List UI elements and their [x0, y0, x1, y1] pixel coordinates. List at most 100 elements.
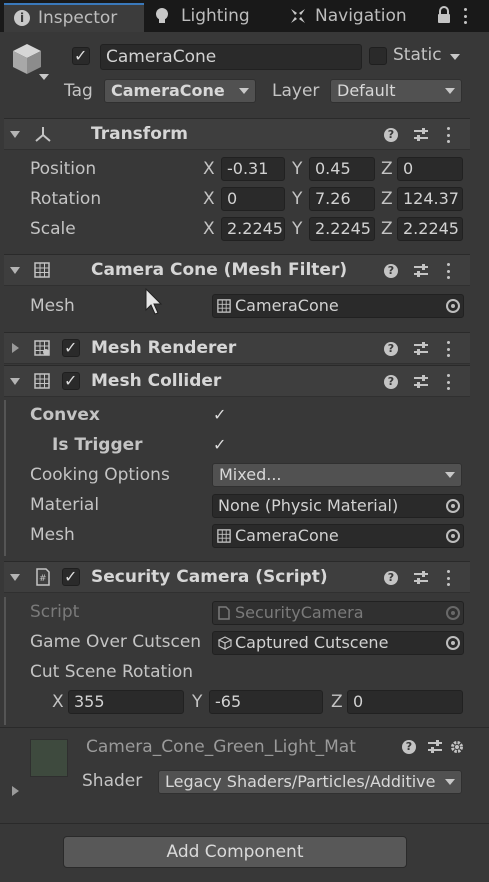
- scale-z-label[interactable]: Z: [381, 219, 393, 239]
- help-icon[interactable]: ?: [402, 740, 416, 754]
- preset-icon[interactable]: [428, 740, 442, 754]
- scale-y-input[interactable]: 2.2245: [309, 217, 375, 241]
- tab-navigation[interactable]: Navigation: [284, 3, 424, 32]
- cutscene-field[interactable]: Captured Cutscene: [212, 631, 464, 655]
- help-icon[interactable]: ?: [384, 128, 398, 142]
- material-foldout-icon[interactable]: [12, 786, 19, 796]
- mesh-filter-icon: [34, 262, 50, 278]
- mesh-filter-mesh-field[interactable]: CameraCone: [212, 294, 464, 318]
- position-x-input[interactable]: -0.31: [221, 157, 285, 181]
- component-menu-icon[interactable]: [446, 570, 450, 586]
- rotation-x-label[interactable]: X: [203, 189, 215, 209]
- layer-value: Default: [337, 81, 396, 100]
- material-field[interactable]: None (Physic Material): [212, 494, 464, 518]
- gear-icon[interactable]: [450, 740, 464, 754]
- lock-icon[interactable]: [437, 6, 451, 24]
- rotation-label: Rotation: [30, 189, 102, 209]
- object-picker-icon[interactable]: [446, 636, 460, 650]
- object-active-checkmark-icon: ✓: [74, 46, 88, 65]
- preset-icon[interactable]: [414, 264, 428, 278]
- help-icon[interactable]: ?: [384, 342, 398, 356]
- checkmark-icon: ✓: [64, 567, 78, 586]
- object-name-input[interactable]: CameraCone: [100, 44, 362, 70]
- rotation-z-label[interactable]: Z: [381, 189, 393, 209]
- foldout-open-icon[interactable]: [10, 378, 20, 385]
- foldout-open-icon[interactable]: [10, 131, 20, 138]
- tab-inspector[interactable]: i Inspector: [4, 3, 144, 32]
- tab-lighting[interactable]: Lighting: [148, 3, 278, 32]
- mesh-collider-title: Mesh Collider: [91, 371, 222, 391]
- inspector-tab-bar: i Inspector Lighting Navigation: [0, 0, 489, 32]
- component-menu-icon[interactable]: [446, 341, 450, 357]
- collider-mesh-field[interactable]: CameraCone: [212, 524, 464, 548]
- mesh-filter-mesh-label: Mesh: [30, 296, 75, 316]
- scale-x-input[interactable]: 2.2245: [221, 217, 285, 241]
- rotation-y-input[interactable]: 7.26: [309, 187, 375, 211]
- security-camera-title: Security Camera (Script): [91, 567, 328, 587]
- position-x-label[interactable]: X: [203, 159, 215, 179]
- is-trigger-checkbox[interactable]: ✓: [213, 437, 226, 453]
- scale-y-label[interactable]: Y: [292, 219, 302, 239]
- tab-menu-icon[interactable]: [463, 8, 467, 24]
- position-y-input[interactable]: 0.45: [309, 157, 375, 181]
- cut-rotation-x-label[interactable]: X: [52, 692, 64, 712]
- preset-icon[interactable]: [414, 571, 428, 585]
- is-trigger-label: Is Trigger: [52, 435, 143, 455]
- mesh-filter-header[interactable]: Camera Cone (Mesh Filter) ?: [4, 254, 470, 286]
- cut-rotation-x-input[interactable]: 355: [68, 690, 184, 714]
- add-component-button[interactable]: Add Component: [63, 836, 407, 868]
- tab-navigation-label: Navigation: [315, 6, 407, 26]
- script-icon: #: [36, 568, 50, 586]
- rotation-y-label[interactable]: Y: [292, 189, 302, 209]
- foldout-open-icon[interactable]: [10, 574, 20, 581]
- object-picker-icon[interactable]: [446, 529, 460, 543]
- security-camera-header[interactable]: # ✓ Security Camera (Script) ?: [4, 561, 470, 593]
- preset-icon[interactable]: [414, 342, 428, 356]
- cooking-options-dropdown[interactable]: Mixed...: [212, 463, 462, 487]
- scale-z-input[interactable]: 2.2245: [397, 217, 463, 241]
- rotation-z-input[interactable]: 124.37: [397, 187, 463, 211]
- layer-label: Layer: [272, 81, 320, 101]
- layer-dropdown[interactable]: Default: [330, 79, 462, 103]
- help-icon[interactable]: ?: [384, 264, 398, 278]
- material-name: Camera_Cone_Green_Light_Mat: [86, 737, 356, 757]
- mesh-filter-title: Camera Cone (Mesh Filter): [91, 260, 348, 280]
- object-picker-icon[interactable]: [446, 499, 460, 513]
- static-label[interactable]: Static: [393, 45, 442, 65]
- foldout-open-icon[interactable]: [10, 267, 20, 274]
- tag-value: CameraCone: [111, 81, 225, 100]
- position-z-input[interactable]: 0: [397, 157, 463, 181]
- help-icon[interactable]: ?: [384, 571, 398, 585]
- position-z-label[interactable]: Z: [381, 159, 393, 179]
- rotation-x-input[interactable]: 0: [221, 187, 285, 211]
- static-dropdown-arrow[interactable]: [450, 54, 460, 60]
- preset-icon[interactable]: [414, 128, 428, 142]
- preset-icon[interactable]: [414, 375, 428, 389]
- help-icon[interactable]: ?: [384, 375, 398, 389]
- mesh-collider-header[interactable]: ✓ Mesh Collider ?: [4, 365, 470, 397]
- tag-dropdown[interactable]: CameraCone: [104, 79, 256, 103]
- transform-header[interactable]: Transform ?: [4, 118, 470, 150]
- static-checkbox[interactable]: [369, 47, 387, 65]
- convex-checkbox[interactable]: ✓: [213, 407, 226, 423]
- component-menu-icon[interactable]: [446, 374, 450, 390]
- mesh-renderer-header[interactable]: ✓ Mesh Renderer ?: [4, 332, 470, 364]
- component-menu-icon[interactable]: [446, 263, 450, 279]
- shader-dropdown[interactable]: Legacy Shaders/Particles/Additive: [158, 770, 462, 794]
- cooking-options-value: Mixed...: [219, 465, 282, 484]
- cut-rotation-z-label[interactable]: Z: [331, 692, 343, 712]
- object-picker-icon[interactable]: [446, 299, 460, 313]
- cut-rotation-y-input[interactable]: -65: [209, 690, 323, 714]
- icon-dropdown-arrow[interactable]: [39, 74, 49, 80]
- foldout-closed-icon[interactable]: [12, 343, 19, 353]
- cut-rotation-z-input[interactable]: 0: [347, 690, 463, 714]
- component-menu-icon[interactable]: [446, 127, 450, 143]
- position-y-label[interactable]: Y: [292, 159, 302, 179]
- script-file-icon: [218, 606, 230, 620]
- mesh-filter-mesh-value: CameraCone: [235, 296, 339, 315]
- collider-mesh-value: CameraCone: [235, 526, 339, 545]
- cut-rotation-y-label[interactable]: Y: [192, 692, 202, 712]
- cutscene-label: Game Over Cutscen: [30, 632, 202, 652]
- scale-x-label[interactable]: X: [203, 219, 215, 239]
- chevron-down-icon: [445, 779, 455, 785]
